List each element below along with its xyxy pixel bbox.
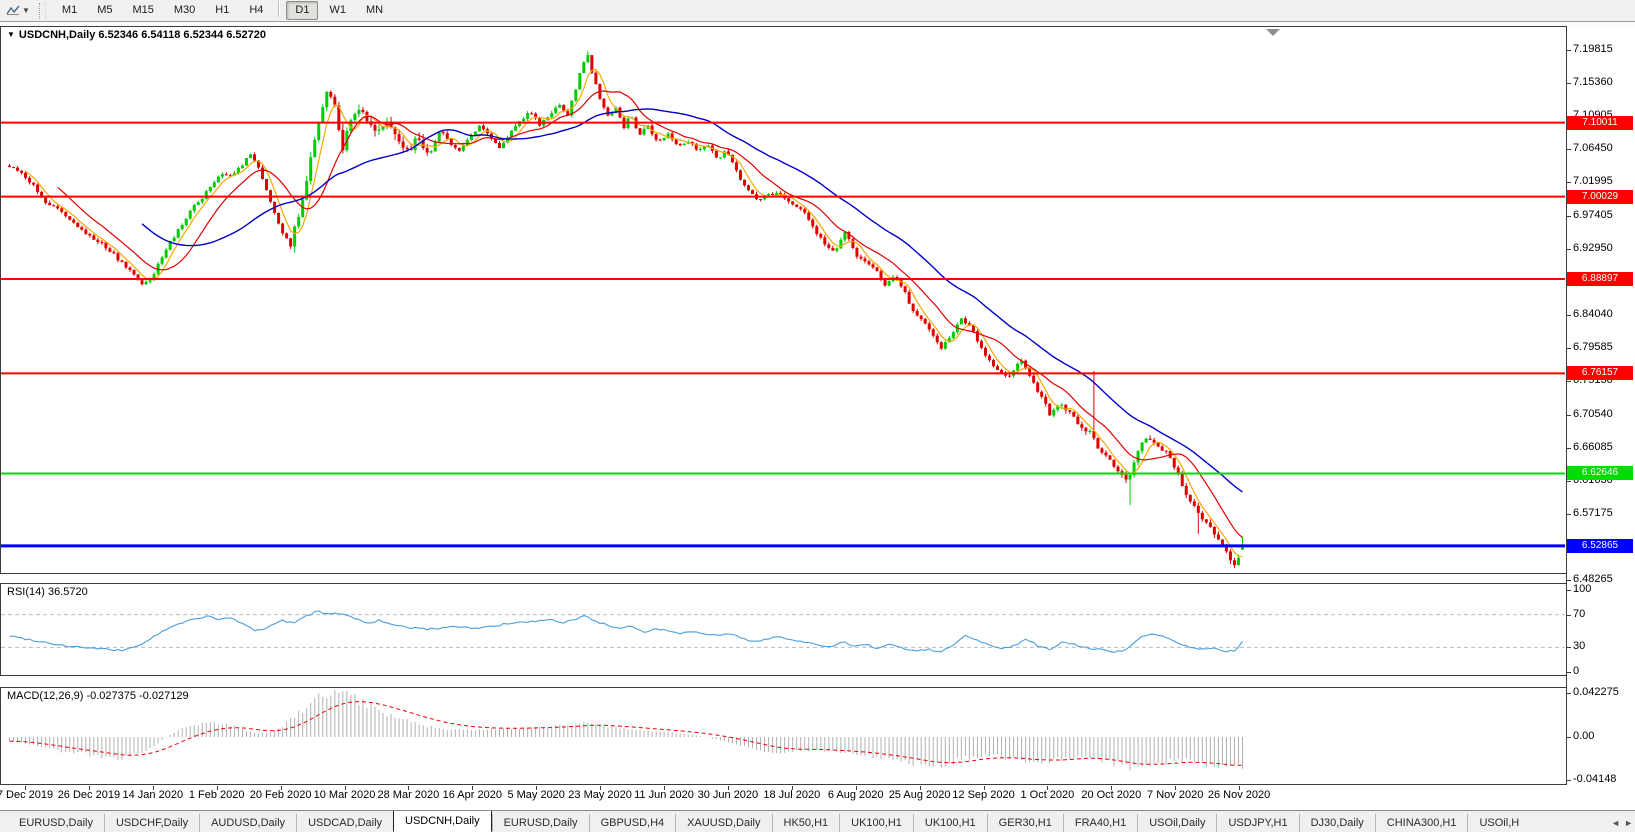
terminal-window: ▼ M1M5M15M30H1H4 D1W1MN ▼ USDCNH,Daily 6.5… [0,0,1635,832]
price-axis-label: 6.79585 [1573,341,1613,354]
rsi-axis-label: 30 [1573,640,1585,653]
chart-tab-usoil-h[interactable]: USOil,H [1467,814,1530,832]
chart-tab-dj30-daily[interactable]: DJ30,Daily [1299,814,1375,832]
chart-collapse-icon[interactable]: ▼ [7,30,15,39]
price-level-tag: 6.76157 [1567,366,1633,380]
chart-tab-ger30-h1[interactable]: GER30,H1 [987,814,1063,832]
chart-tab-uk100-h1[interactable]: UK100,H1 [839,814,913,832]
price-axis-label: 7.19815 [1573,43,1613,56]
price-axis-label: 6.97405 [1573,209,1613,222]
price-axis-tick [1567,514,1571,515]
price-axis-label: 7.06450 [1573,142,1613,155]
toolbar-separator [278,1,280,17]
price-axis-tick [1567,415,1571,416]
chart-tab-usdjpy-h1[interactable]: USDJPY,H1 [1216,814,1298,832]
timeframe-button-D1[interactable]: D1 [286,1,318,20]
price-axis-tick [1567,448,1571,449]
timeframe-button-W1[interactable]: W1 [320,1,355,20]
macd-axis-tick [1567,693,1571,694]
rsi-axis-tick [1567,647,1571,648]
chart-tab-xauusd-daily[interactable]: XAUUSD,Daily [675,814,771,832]
macd-indicator-label: MACD(12,26,9) -0.027375 -0.027129 [7,690,189,702]
price-axis-tick [1567,348,1571,349]
rsi-axis-label: 100 [1573,583,1591,596]
timeframe-button-MN[interactable]: MN [357,1,392,20]
rsi-axis-tick [1567,672,1571,673]
chart-title: ▼ USDCNH,Daily 6.52346 6.54118 6.52344 6.… [7,29,266,41]
toolbar-grip [39,3,46,19]
chart-tabs-bar: EURUSD,DailyUSDCHF,DailyAUDUSD,DailyUSDC… [0,810,1635,832]
chart-cursor-icon[interactable] [4,3,22,19]
price-axis-tick [1567,381,1571,382]
price-axis-tick [1567,83,1571,84]
timeframe-button-H1[interactable]: H1 [206,1,238,20]
price-axis-tick [1567,315,1571,316]
chart-tab-gbpusd-h4[interactable]: GBPUSD,H4 [589,814,676,832]
price-axis-tick [1567,580,1571,581]
tabs-scroll-right-icon[interactable]: ► [1624,818,1633,828]
macd-panel[interactable] [0,687,1567,785]
macd-axis-label: 0.00 [1573,730,1594,743]
chart-ohlc-values: 6.52346 6.54118 6.52344 6.52720 [98,29,266,41]
timeframe-button-M15[interactable]: M15 [123,1,162,20]
tabs-scroll-left-icon[interactable]: ◄ [1611,818,1620,828]
price-axis-tick [1567,249,1571,250]
timeframe-button-M30[interactable]: M30 [165,1,204,20]
chevron-down-icon[interactable]: ▼ [22,6,30,15]
chart-tabs: EURUSD,DailyUSDCHF,DailyAUDUSD,DailyUSDC… [8,810,1530,832]
price-axis-tick [1567,149,1571,150]
chart-tab-usoil-daily[interactable]: USOil,Daily [1137,814,1216,832]
price-axis-label: 6.92950 [1573,242,1613,255]
rsi-axis-label: 70 [1573,608,1585,621]
price-axis-tick [1567,182,1571,183]
price-axis-tick [1567,216,1571,217]
timeframe-button-H4[interactable]: H4 [240,1,272,20]
price-axis-label: 6.70540 [1573,408,1613,421]
price-axis-tick [1567,481,1571,482]
chart-symbol-label: USDCNH,Daily [19,29,95,41]
price-axis-label: 7.01995 [1573,175,1613,188]
price-axis-tick [1567,50,1571,51]
chart-tab-uk100-h1[interactable]: UK100,H1 [913,814,987,832]
timeframe-button-M1[interactable]: M1 [53,1,86,20]
price-level-tag: 7.10011 [1567,116,1633,130]
toolbar-divider [0,22,1635,26]
price-axis-label: 7.15360 [1573,76,1613,89]
macd-axis-label: 0.042275 [1573,686,1619,699]
tab-scroll-arrows: ◄ ► [1611,818,1633,828]
rsi-axis-label: 0 [1573,665,1579,678]
macd-axis-tick [1567,780,1571,781]
price-level-tag: 7.00029 [1567,190,1633,204]
rsi-indicator-label: RSI(14) 36.5720 [7,586,88,598]
timeframe-button-M5[interactable]: M5 [88,1,121,20]
price-axis-label: 6.57175 [1573,507,1613,520]
chart-tab-hk50-h1[interactable]: HK50,H1 [772,814,840,832]
price-level-tag: 6.88897 [1567,272,1633,286]
chart-tab-fra40-h1[interactable]: FRA40,H1 [1063,814,1137,832]
price-level-tag: 6.52865 [1567,539,1633,553]
chart-tab-audusd-daily[interactable]: AUDUSD,Daily [199,814,296,832]
macd-axis-tick [1567,737,1571,738]
timeframe-buttons: M1M5M15M30H1H4 D1W1MN [52,1,393,20]
chart-tab-usdchf-daily[interactable]: USDCHF,Daily [104,814,199,832]
macd-axis-label: -0.04148 [1573,773,1616,786]
toolbar: ▼ M1M5M15M30H1H4 D1W1MN [0,0,1635,22]
main-chart-panel[interactable] [0,26,1567,574]
chart-tab-eurusd-daily[interactable]: EURUSD,Daily [8,814,104,832]
rsi-axis-tick [1567,615,1571,616]
chart-tab-usdcnh-daily[interactable]: USDCNH,Daily [393,810,492,832]
date-label[interactable]: 26 Nov 2020 [1191,789,1287,801]
chart-tab-china300-h1[interactable]: CHINA300,H1 [1375,814,1468,832]
rsi-axis-tick [1567,590,1571,591]
chart-tab-eurusd-daily[interactable]: EURUSD,Daily [492,814,589,832]
rsi-panel[interactable] [0,583,1567,676]
chart-tab-usdcad-daily[interactable]: USDCAD,Daily [296,814,393,832]
price-level-tag: 6.62646 [1567,466,1633,480]
price-axis-label: 6.66085 [1573,441,1613,454]
price-axis-label: 6.84040 [1573,308,1613,321]
